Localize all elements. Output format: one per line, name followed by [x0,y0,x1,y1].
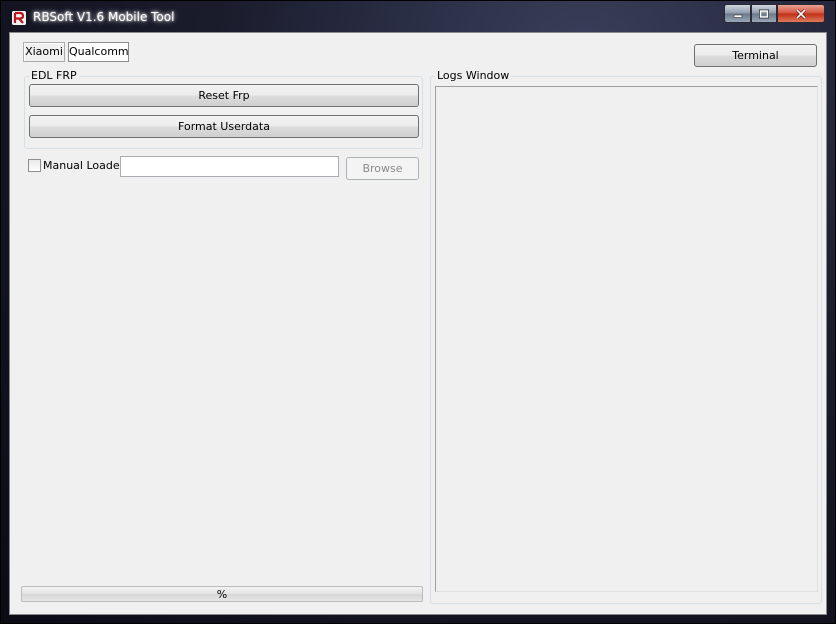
loader-path-input[interactable] [120,156,339,177]
logs-textarea[interactable] [435,86,818,592]
close-button[interactable] [777,4,825,23]
client-area: Xiaomi Qualcomm Terminal EDL FRP Reset F… [9,32,827,615]
tab-xiaomi[interactable]: Xiaomi [23,42,65,62]
title-bar[interactable]: RBSoft V1.6 Mobile Tool [1,1,835,33]
maximize-icon [759,9,769,18]
close-icon [795,8,807,19]
manual-loader-label: Manual Loader [43,159,125,172]
progress-bar: % [21,586,423,602]
manual-loader-checkbox[interactable] [28,159,41,172]
minimize-button[interactable] [724,4,751,23]
tab-qualcomm[interactable]: Qualcomm [68,42,129,62]
window-title: RBSoft V1.6 Mobile Tool [33,10,175,24]
edl-frp-group-title: EDL FRP [29,69,79,82]
terminal-button[interactable]: Terminal [694,44,817,67]
minimize-icon [733,14,742,18]
format-userdata-button[interactable]: Format Userdata [29,115,419,138]
app-window: RBSoft V1.6 Mobile Tool Xiaomi Qualcomm … [0,0,836,624]
progress-label: % [216,588,228,601]
rbsoft-logo-icon [12,11,26,25]
logs-window-title: Logs Window [435,69,512,82]
reset-frp-button[interactable]: Reset Frp [29,84,419,107]
browse-button[interactable]: Browse [346,157,419,180]
maximize-button[interactable] [751,4,777,23]
